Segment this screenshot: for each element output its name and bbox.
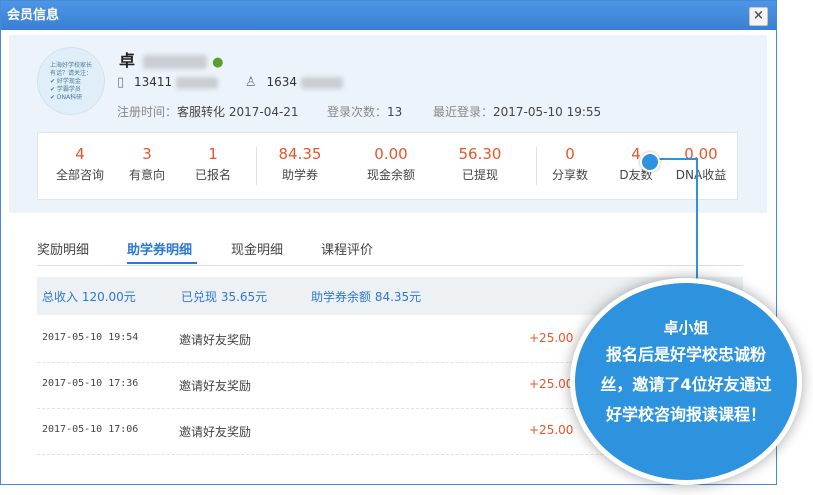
row-amount: +25.00: [529, 377, 574, 391]
member-name: 卓 ●: [119, 47, 224, 71]
blurred-name: [142, 54, 207, 69]
qq-icon: ♙: [245, 75, 257, 90]
last-login-info: 最近登录：2017-05-10 19:55: [433, 103, 601, 120]
row-title: 邀请好友奖励: [179, 379, 252, 393]
register-info: 注册时间：客服转化 2017-04-21: [117, 103, 299, 120]
login-count-label: 登录次数：: [327, 105, 388, 119]
last-login-value: 2017-05-10 19:55: [493, 105, 602, 119]
stat-label: 全部咨询: [55, 168, 104, 182]
callout-line: 丝，邀请了4位好友通过: [600, 375, 772, 394]
avatar-text: 有话？请关注：: [50, 70, 93, 77]
qq-number: 1634: [266, 75, 298, 89]
stat-label: 有意向: [128, 168, 165, 182]
stat-label: 已提现: [461, 168, 498, 182]
wechat-icon: ●: [212, 55, 224, 70]
stat-value: 0.00: [374, 145, 408, 163]
avatar-text: ✔ 好学现金: [50, 78, 81, 85]
stat-shares[interactable]: 0 分享数: [535, 145, 605, 183]
login-count-info: 登录次数：13: [327, 103, 402, 120]
stat-cash-balance[interactable]: 0.00 现金余额: [356, 145, 426, 183]
tab-voucher-detail[interactable]: 助学券明细: [127, 239, 192, 258]
stat-enrolled[interactable]: 1 已报名: [178, 145, 248, 183]
register-value: 客服转化 2017-04-21: [177, 105, 299, 119]
avatar-text: 上海好学校家长: [50, 62, 93, 69]
stat-label: 现金余额: [366, 168, 415, 182]
row-date: 2017-05-10 17:06: [42, 424, 139, 435]
tab-reward-detail[interactable]: 奖励明细: [37, 239, 89, 258]
stat-intention[interactable]: 3 有意向: [112, 145, 182, 183]
tab-course-review[interactable]: 课程评价: [321, 239, 373, 258]
stat-label: 分享数: [551, 168, 588, 182]
member-name-text: 卓: [119, 51, 136, 70]
avatar-text: ✔ 学霸学员: [50, 86, 81, 93]
stats-bar: 4 全部咨询 3 有意向 1 已报名 84.35 助学券 0.00 现金余额 5…: [37, 132, 738, 200]
qq-field: ♙ 1634: [245, 75, 343, 90]
stat-value: 84.35: [278, 145, 322, 163]
row-title: 邀请好友奖励: [179, 425, 252, 439]
stat-total-consult[interactable]: 4 全部咨询: [45, 145, 115, 183]
active-tab-indicator: [127, 262, 197, 264]
callout-bubble: 卓小姐 报名后是好学校忠诚粉 丝，邀请了4位好友通过 好学校咨询报读课程！: [570, 278, 802, 485]
callout-line: 报名后是好学校忠诚粉: [605, 345, 766, 364]
stat-value: 0: [565, 145, 575, 163]
tab-divider: [37, 265, 743, 266]
row-date: 2017-05-10 17:36: [42, 378, 139, 389]
row-amount: +25.00: [529, 331, 574, 345]
stat-value: 1: [208, 145, 218, 163]
redeemed-amount: 已兑现 35.65元: [181, 290, 268, 304]
phone-number: 13411: [133, 75, 173, 89]
stat-voucher[interactable]: 84.35 助学券: [265, 145, 335, 183]
last-login-label: 最近登录：: [433, 105, 494, 119]
window-title: 会员信息: [7, 8, 60, 23]
stat-label: 助学券: [281, 168, 318, 182]
avatar-text: ✔ DNA科研: [50, 94, 83, 101]
row-date: 2017-05-10 19:54: [42, 332, 139, 343]
register-label: 注册时间：: [117, 105, 178, 119]
blurred-phone: [176, 76, 218, 89]
window-titlebar: 会员信息 ×: [1, 1, 776, 30]
stat-label: 已报名: [194, 168, 231, 182]
callout-connector-vertical: [696, 238, 698, 282]
stat-value: 4: [75, 145, 85, 163]
stat-value: 56.30: [458, 145, 502, 163]
phone-field: ▯ 13411: [117, 75, 218, 90]
row-title: 邀请好友奖励: [179, 333, 252, 347]
voucher-balance: 助学券余额 84.35元: [311, 290, 422, 304]
close-icon[interactable]: ×: [749, 7, 768, 26]
callout-line: 好学校咨询报读课程！: [605, 405, 766, 424]
callout-dot-icon: [640, 152, 660, 172]
callout-connector: [652, 158, 698, 240]
phone-icon: ▯: [117, 75, 125, 90]
row-amount: +25.00: [529, 423, 574, 437]
total-income: 总收入 120.00元: [42, 290, 136, 304]
tab-cash-detail[interactable]: 现金明细: [231, 239, 283, 258]
avatar: 上海好学校家长 有话？请关注： ✔ 好学现金 ✔ 学霸学员 ✔ DNA科研: [37, 47, 105, 115]
divider: [256, 147, 257, 185]
stat-value: 3: [142, 145, 152, 163]
blurred-qq: [300, 76, 343, 89]
callout-name: 卓小姐: [663, 319, 709, 337]
login-count-value: 13: [387, 105, 403, 119]
stat-withdrawn[interactable]: 56.30 已提现: [445, 145, 515, 183]
